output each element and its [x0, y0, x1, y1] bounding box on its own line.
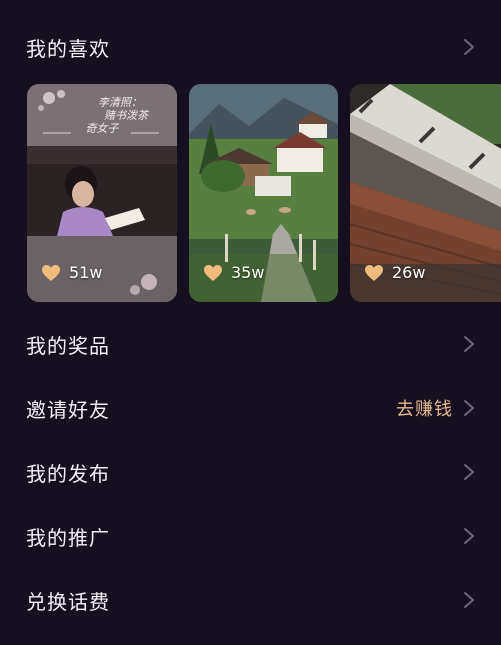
earn-money-link[interactable]: 去赚钱: [396, 395, 453, 421]
chevron-right-icon: [464, 528, 474, 544]
like-count-value: 26w: [392, 263, 426, 282]
caption-line: 赌书泼茶: [104, 109, 148, 122]
invite-friends-action: 去赚钱: [396, 395, 475, 421]
liked-video-card[interactable]: 李清照： 赌书泼茶 奇女子 51w: [27, 84, 177, 302]
my-promotion-label: 我的推广: [26, 525, 110, 550]
heart-icon: [204, 264, 222, 281]
my-prizes-label: 我的奖品: [26, 333, 110, 358]
redeem-phone-credit-label: 兑换话费: [26, 589, 110, 614]
chevron-right-icon: [464, 464, 474, 480]
chevron-right-icon: [464, 592, 474, 608]
my-promotion-row[interactable]: 我的推广: [0, 506, 501, 566]
profile-page: 我的喜欢 李清照： 赌书泼茶 奇女子 51w 35w 26w 我的奖品 邀请好友…: [0, 0, 501, 645]
invite-friends-label: 邀请好友: [26, 397, 110, 422]
liked-videos-strip: 李清照： 赌书泼茶 奇女子 51w 35w 26w: [27, 84, 501, 304]
liked-video-card[interactable]: 35w: [189, 84, 338, 302]
my-likes-label: 我的喜欢: [26, 36, 110, 61]
my-posts-label: 我的发布: [26, 461, 110, 486]
like-count: 26w: [364, 263, 425, 282]
like-count-value: 35w: [231, 263, 265, 282]
liked-video-card[interactable]: 26w: [350, 84, 501, 302]
caption-line: 奇女子: [85, 122, 119, 135]
my-prizes-row[interactable]: 我的奖品: [0, 314, 501, 374]
video-caption: 李清照： 赌书泼茶 奇女子: [27, 96, 177, 135]
heart-icon: [365, 264, 383, 281]
like-count: 51w: [41, 263, 102, 282]
redeem-phone-credit-row[interactable]: 兑换话费: [0, 570, 501, 630]
caption-line: 李清照：: [98, 96, 142, 109]
invite-friends-row[interactable]: 邀请好友 去赚钱: [0, 378, 501, 438]
chevron-right-icon: [464, 400, 474, 416]
like-count-value: 51w: [69, 263, 103, 282]
my-posts-row[interactable]: 我的发布: [0, 442, 501, 502]
my-likes-row[interactable]: 我的喜欢: [0, 17, 501, 77]
like-count: 35w: [203, 263, 264, 282]
chevron-right-icon: [464, 336, 474, 352]
chevron-right-icon: [464, 39, 474, 55]
heart-icon: [42, 264, 60, 281]
